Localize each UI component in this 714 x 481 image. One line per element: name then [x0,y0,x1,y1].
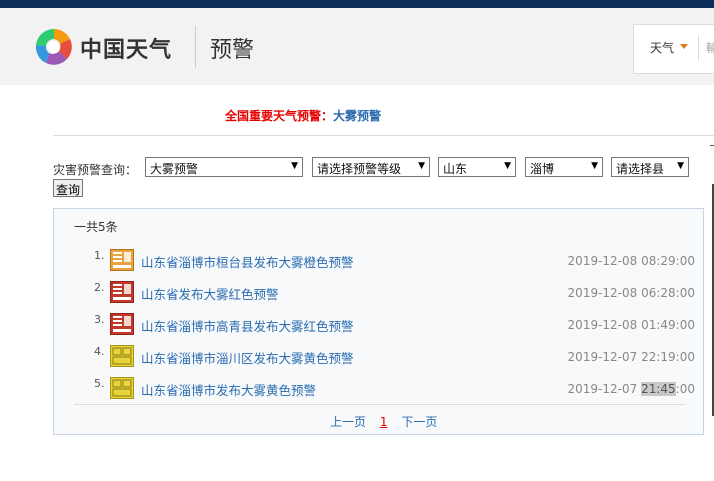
item-time-date: 2019-12-07 [567,382,642,396]
chevron-down-icon[interactable] [680,44,688,49]
national-alert-label: 全国重要天气预警： [225,109,334,123]
item-title[interactable]: 山东省淄博市发布大雾黄色预警 [141,380,316,399]
results-count: 一共5条 [74,220,118,234]
list-item: 3. 山东省淄博市高青县发布大雾红色预警 2019-12-08 01:49:00 [54,313,705,341]
fog-yellow-warning-icon[interactable] [110,345,134,367]
item-index: 3. [94,313,105,326]
province-select[interactable]: 山东 ▼ [438,157,516,177]
search-input[interactable]: 輸 [706,39,714,56]
item-time: 2019-12-07 22:19:00 [567,350,695,364]
list-item: 2. 山东省发布大雾红色预警 2019-12-08 06:28:00 [54,281,705,309]
province-value: 山东 [443,162,468,176]
weather-logo-icon[interactable] [34,27,74,67]
results-panel: 一共5条 1. 山东省淄博市桓台县发布大雾橙色预警 2019-12-08 08:… [53,208,704,435]
item-index: 4. [94,345,105,358]
item-time-rest: :00 [675,382,695,396]
county-select[interactable]: 请选择县 ▼ [611,157,689,177]
dropdown-arrow-icon: ▼ [418,161,425,171]
item-time: 2019-12-08 01:49:00 [567,318,695,332]
pagination: 上一页 1 下一页 [330,413,447,430]
prev-page-link[interactable]: 上一页 [330,415,366,429]
item-title[interactable]: 山东省淄博市淄川区发布大雾黄色预警 [141,348,354,367]
next-page-link[interactable]: 下一页 [401,415,437,429]
national-alert: 全国重要天气预警：大雾预警 [225,107,381,124]
filter-label: 灾害预警查询： [53,163,138,177]
dropdown-arrow-icon: ▼ [677,161,684,171]
county-value: 请选择县 [616,162,665,176]
list-divider [74,404,685,405]
header-divider [195,26,196,68]
list-item: 4. 山东省淄博市淄川区发布大雾黄色预警 2019-12-07 22:19:00 [54,345,705,373]
site-header: 中国天气 预警 天气 輸 [0,8,714,85]
dropdown-arrow-icon: ▼ [291,161,298,171]
fog-red-warning-icon[interactable] [110,313,134,335]
item-index: 5. [94,377,105,390]
city-value: 淄博 [530,162,555,176]
fog-orange-warning-icon[interactable] [110,249,134,271]
city-select[interactable]: 淄博 ▼ [525,157,603,177]
search-box[interactable]: 天气 輸 [633,24,714,74]
divider [53,135,714,136]
current-page-link[interactable]: 1 [380,415,388,429]
item-time: 2019-12-07 21:45:00 [568,382,695,396]
fog-red-warning-icon[interactable] [110,281,134,303]
page-title: 预警 [210,38,255,63]
list-item: 1. 山东省淄博市桓台县发布大雾橙色预警 2019-12-08 08:29:00 [54,249,705,277]
dropdown-arrow-icon: ▼ [504,161,511,171]
national-alert-link[interactable]: 大雾预警 [333,109,381,123]
alert-level-select[interactable]: 请选择预警等级 ▼ [312,157,430,177]
alert-type-value: 大雾预警 [150,162,199,176]
item-title[interactable]: 山东省发布大雾红色预警 [141,284,279,303]
brand-name[interactable]: 中国天气 [80,32,172,64]
search-divider [698,35,699,61]
dropdown-arrow-icon: ▼ [591,161,598,171]
item-index: 1. [94,249,105,262]
fog-yellow-warning-icon[interactable] [110,377,134,399]
item-time: 2019-12-08 06:28:00 [567,286,695,300]
alert-type-select[interactable]: 大雾预警 ▼ [145,157,303,177]
item-time-highlight: 21:45 [641,382,676,396]
item-time: 2019-12-08 08:29:00 [567,254,695,268]
search-type-select[interactable]: 天气 [650,39,674,56]
top-bar [0,0,714,8]
alert-level-value: 请选择预警等级 [317,162,402,176]
item-title[interactable]: 山东省淄博市高青县发布大雾红色预警 [141,316,354,335]
query-button[interactable]: 查询 [53,179,83,197]
list-item: 5. 山东省淄博市发布大雾黄色预警 2019-12-07 21:45:00 [54,377,705,405]
item-index: 2. [94,281,105,294]
edge-mark [710,145,714,152]
item-title[interactable]: 山东省淄博市桓台县发布大雾橙色预警 [141,252,354,271]
